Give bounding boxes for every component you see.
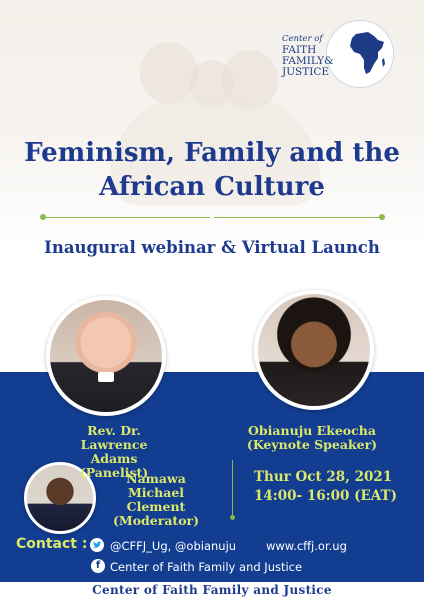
speaker-name-moderator: Namawa Michael Clement (Moderator) (96, 472, 216, 528)
cffj-logo: Center of FAITH FAMILY& JUSTICE (282, 20, 406, 90)
event-poster: Center of FAITH FAMILY& JUSTICE Feminism… (0, 0, 424, 600)
divider-dot (230, 515, 235, 520)
event-datetime: Thur Oct 28, 2021 14:00- 16:00 (EAT) (254, 468, 397, 506)
contact-label: Contact : (16, 536, 88, 552)
divider-line (214, 217, 382, 218)
twitter-handles[interactable]: @CFFJ_Ug, @obianuju (110, 539, 236, 553)
divider-dot (379, 214, 385, 220)
divider-line (42, 217, 210, 218)
speaker-photo-keynote (254, 290, 374, 410)
vertical-divider (232, 460, 233, 518)
title-line: African Culture (99, 172, 325, 202)
footer-org-name: Center of Faith Family and Justice (92, 583, 332, 597)
page-title: Feminism, Family and the African Culture (0, 136, 424, 204)
event-date: Thur Oct 28, 2021 (254, 469, 393, 485)
speaker-name-line: Adams (90, 451, 138, 466)
logo-text: Center of FAITH FAMILY& JUSTICE (282, 34, 333, 78)
divider-dot (40, 214, 46, 220)
speaker-name-keynote: Obianuju Ekeocha (Keynote Speaker) (232, 424, 392, 452)
facebook-page-name[interactable]: Center of Faith Family and Justice (110, 560, 302, 574)
event-time: 14:00- 16:00 (EAT) (254, 488, 397, 504)
speaker-name-line: Namawa Michael (126, 471, 186, 500)
speaker-role: (Moderator) (112, 513, 200, 528)
facebook-icon[interactable]: f (91, 559, 105, 573)
africa-map-icon (350, 32, 385, 74)
title-line: Feminism, Family and the (24, 138, 400, 168)
speaker-name-line: Rev. Dr. Lawrence (80, 423, 148, 452)
speaker-photo-panelist (46, 296, 166, 416)
clerical-collar (98, 372, 114, 382)
speaker-name-line: Obianuju Ekeocha (248, 423, 376, 438)
twitter-icon[interactable] (90, 538, 104, 552)
logo-line: JUSTICE (282, 66, 330, 78)
speaker-name-line: Clement (126, 499, 186, 514)
website-link[interactable]: www.cffj.or.ug (266, 539, 347, 553)
speaker-role: (Keynote Speaker) (246, 437, 378, 452)
event-subtitle: Inaugural webinar & Virtual Launch (44, 238, 380, 257)
